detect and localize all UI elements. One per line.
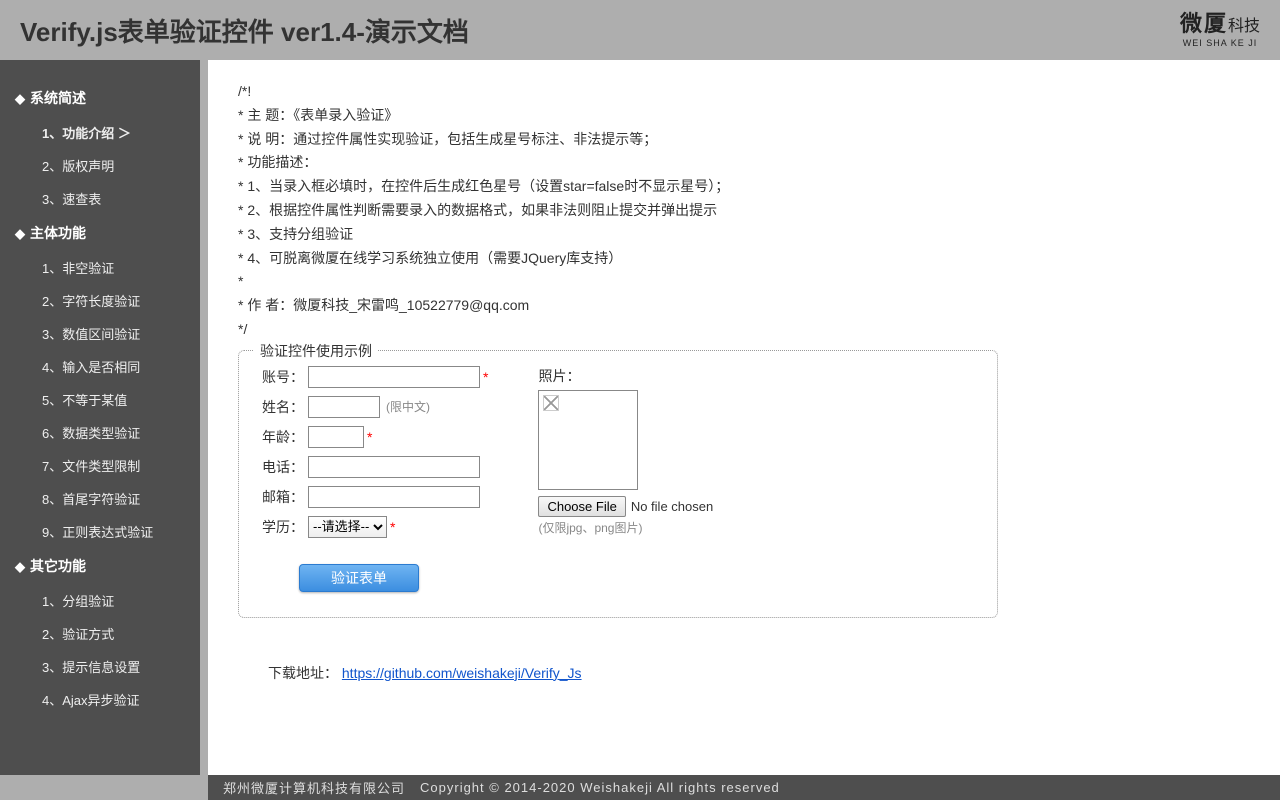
footer-company: 郑州微厦计算机科技有限公司 <box>223 778 405 797</box>
sidebar-item-startend[interactable]: 8、首尾字符验证 <box>0 482 200 515</box>
input-email[interactable] <box>308 486 480 508</box>
sidebar: 系统简述 1、功能介绍 ＞ 2、版权声明 3、速查表 主体功能 1、非空验证 2… <box>0 60 200 775</box>
required-star: * <box>390 519 395 535</box>
input-account[interactable] <box>308 366 480 388</box>
sidebar-group-main: 主体功能 <box>0 215 200 251</box>
sidebar-item-group[interactable]: 1、分组验证 <box>0 584 200 617</box>
form-fieldset: 验证控件使用示例 账号： * 姓名： (限中文) 年龄： <box>238 350 998 618</box>
logo: 微厦科技 WEI SHA KE JI <box>1180 11 1260 48</box>
sidebar-item-same[interactable]: 4、输入是否相同 <box>0 350 200 383</box>
label-phone: 电话： <box>259 457 304 477</box>
header: Verify.js表单验证控件 ver1.4-演示文档 微厦科技 WEI SHA… <box>0 0 1280 60</box>
sidebar-item-notnull[interactable]: 1、非空验证 <box>0 251 200 284</box>
label-age: 年龄： <box>259 427 304 447</box>
sidebar-item-ajax[interactable]: 4、Ajax异步验证 <box>0 683 200 716</box>
comment-block: /*! * 主 题：《表单录入验证》 * 说 明：通过控件属性实现验证，包括生成… <box>238 80 1250 342</box>
photo-preview <box>538 390 638 490</box>
label-photo: 照片： <box>538 366 713 386</box>
select-edu[interactable]: --请选择-- <box>308 516 387 538</box>
input-age[interactable] <box>308 426 364 448</box>
file-status: No file chosen <box>631 499 713 514</box>
sidebar-item-datatype[interactable]: 6、数据类型验证 <box>0 416 200 449</box>
page-title: Verify.js表单验证控件 ver1.4-演示文档 <box>20 12 469 49</box>
sidebar-item-copyright[interactable]: 2、版权声明 <box>0 149 200 182</box>
label-name: 姓名： <box>259 397 304 417</box>
sidebar-item-notequal[interactable]: 5、不等于某值 <box>0 383 200 416</box>
submit-button[interactable]: 验证表单 <box>299 564 419 592</box>
sidebar-item-length[interactable]: 2、字符长度验证 <box>0 284 200 317</box>
file-hint: (仅限jpg、png图片) <box>538 519 713 536</box>
choose-file-button[interactable]: Choose File <box>538 496 625 517</box>
sidebar-item-filetype[interactable]: 7、文件类型限制 <box>0 449 200 482</box>
sidebar-item-msg[interactable]: 3、提示信息设置 <box>0 650 200 683</box>
content: /*! * 主 题：《表单录入验证》 * 说 明：通过控件属性实现验证，包括生成… <box>208 60 1280 775</box>
required-star: * <box>367 429 372 445</box>
footer-copyright: Copyright © 2014-2020 Weishakeji All rig… <box>420 780 780 795</box>
sidebar-item-intro[interactable]: 1、功能介绍 ＞ <box>0 116 200 149</box>
broken-image-icon <box>543 395 559 411</box>
sidebar-item-quickref[interactable]: 3、速查表 <box>0 182 200 215</box>
sidebar-item-range[interactable]: 3、数值区间验证 <box>0 317 200 350</box>
gutter <box>200 60 208 775</box>
sidebar-item-regex[interactable]: 9、正则表达式验证 <box>0 515 200 548</box>
label-edu: 学历： <box>259 517 304 537</box>
label-account: 账号： <box>259 367 304 387</box>
form-legend: 验证控件使用示例 <box>254 341 378 361</box>
input-phone[interactable] <box>308 456 480 478</box>
download-link[interactable]: https://github.com/weishakeji/Verify_Js <box>342 665 582 681</box>
input-name[interactable] <box>308 396 380 418</box>
download-section: 下载地址： https://github.com/weishakeji/Veri… <box>268 663 1250 683</box>
hint-name: (限中文) <box>386 398 430 415</box>
sidebar-group-other: 其它功能 <box>0 548 200 584</box>
required-star: * <box>483 369 488 385</box>
sidebar-item-method[interactable]: 2、验证方式 <box>0 617 200 650</box>
footer: 郑州微厦计算机科技有限公司 Copyright © 2014-2020 Weis… <box>208 775 1280 800</box>
label-email: 邮箱： <box>259 487 304 507</box>
sidebar-group-system: 系统简述 <box>0 80 200 116</box>
